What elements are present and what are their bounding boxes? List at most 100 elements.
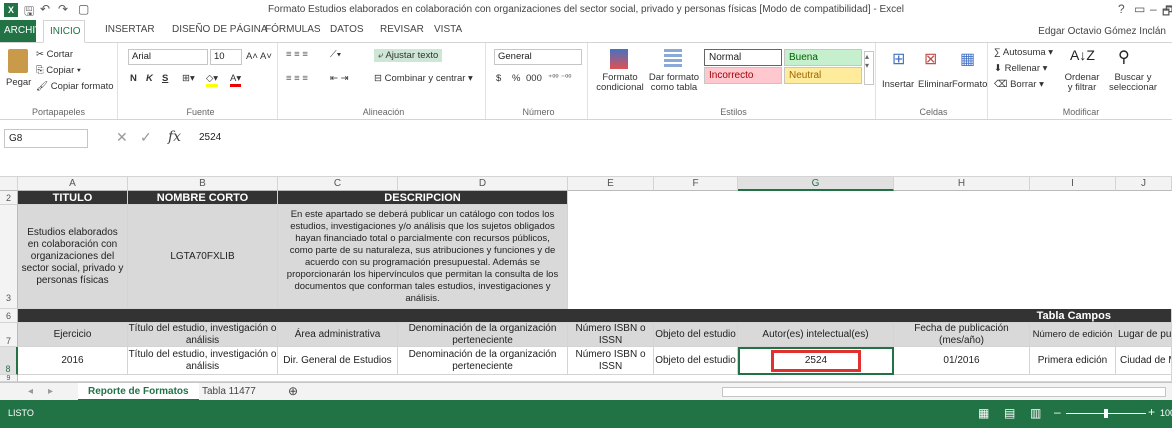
cell-nombre-corto-value[interactable]: LGTA70FXLIB	[128, 205, 278, 309]
fill-button[interactable]: ⬇ Rellenar ▾	[994, 63, 1047, 74]
tab-datos[interactable]: DATOS	[330, 24, 364, 35]
field-header-objeto[interactable]: Objeto del estudio	[654, 323, 738, 347]
decimal-icon[interactable]: ⁺⁰⁰ ⁻⁰⁰	[548, 73, 572, 82]
data-area[interactable]: Dir. General de Estudios	[278, 347, 398, 375]
insert-cells-icon[interactable]: ⊞	[892, 49, 905, 69]
normal-view-icon[interactable]: ▦	[978, 406, 989, 420]
bold-button[interactable]: N	[130, 73, 137, 84]
minimize-button[interactable]: –	[1150, 2, 1157, 16]
field-header-ejercicio[interactable]: Ejercicio	[18, 323, 128, 347]
header-descripcion[interactable]: DESCRIPCION	[278, 191, 568, 205]
column-header-i[interactable]: I	[1030, 177, 1116, 191]
header-nombre-corto[interactable]: NOMBRE CORTO	[128, 191, 278, 205]
tab-insertar[interactable]: INSERTAR	[105, 24, 155, 35]
merge-center-button[interactable]: ⊟ Combinar y centrar ▾	[374, 73, 473, 84]
field-header-edicion[interactable]: Número de edición	[1030, 323, 1116, 347]
row-header-6[interactable]: 6	[0, 309, 18, 323]
data-titulo[interactable]: Título del estudio, investigación o anál…	[128, 347, 278, 375]
field-header-fecha[interactable]: Fecha de publicación (mes/año)	[894, 323, 1030, 347]
row-9-cells[interactable]	[18, 375, 1172, 382]
tab-formulas[interactable]: FÓRMULAS	[265, 24, 321, 35]
zoom-slider-thumb[interactable]	[1104, 409, 1108, 418]
cut-button[interactable]: ✂ Cortar	[36, 49, 73, 60]
add-sheet-icon[interactable]: ⊕	[278, 383, 308, 401]
thousands-button[interactable]: 000	[526, 73, 542, 84]
column-header-f[interactable]: F	[654, 177, 738, 191]
page-break-icon[interactable]: ▥	[1030, 406, 1041, 420]
insert-function-button[interactable]: fx	[168, 129, 181, 145]
zoom-level[interactable]: 100	[1160, 408, 1172, 418]
cell-titulo-value[interactable]: Estudios elaborados en colaboración con …	[18, 205, 128, 309]
fill-color-icon[interactable]: ◇▾	[206, 73, 219, 87]
data-isbn[interactable]: Número ISBN o ISSN	[568, 347, 654, 375]
formula-input[interactable]: 2524	[199, 132, 221, 143]
style-normal[interactable]: Normal	[704, 49, 782, 66]
format-cells-icon[interactable]: ▦	[960, 49, 975, 69]
field-header-denominacion[interactable]: Denominación de la organización pertenec…	[398, 323, 568, 347]
user-name[interactable]: Edgar Octavio Gómez Inclán	[1038, 26, 1166, 37]
tab-vista[interactable]: VISTA	[434, 24, 462, 35]
style-bad[interactable]: Incorrecto	[704, 67, 782, 84]
field-header-isbn[interactable]: Número ISBN o ISSN	[568, 323, 654, 347]
orientation-icon[interactable]: ⟋▾	[330, 49, 341, 60]
zoom-out-button[interactable]: –	[1054, 405, 1061, 419]
tab-revisar[interactable]: REVISAR	[380, 24, 424, 35]
column-header-j[interactable]: J	[1116, 177, 1172, 191]
font-grow-icon[interactable]: A˄ A˅	[246, 51, 272, 62]
underline-button[interactable]: S	[162, 73, 168, 84]
tab-archivo[interactable]: ARCHIVO	[0, 20, 50, 42]
name-box[interactable]: G8	[4, 129, 88, 148]
select-all-corner[interactable]	[0, 177, 18, 191]
tab-diseno[interactable]: DISEÑO DE PÁGINA	[172, 24, 268, 35]
indent-icon[interactable]: ⇤ ⇥	[330, 73, 349, 84]
delete-cells-button[interactable]: Eliminar	[918, 79, 952, 90]
page-layout-icon[interactable]: ▤	[1004, 406, 1015, 420]
align-top-icon[interactable]: ≡ ≡ ≡	[286, 49, 308, 60]
align-left-icon[interactable]: ≡ ≡ ≡	[286, 73, 308, 84]
format-cells-button[interactable]: Formato	[952, 79, 987, 90]
column-header-h[interactable]: H	[894, 177, 1030, 191]
insert-cells-button[interactable]: Insertar	[882, 79, 914, 90]
column-header-b[interactable]: B	[128, 177, 278, 191]
field-header-titulo[interactable]: Título del estudio, investigación o anál…	[128, 323, 278, 347]
next-sheet-icon[interactable]: ▸	[38, 383, 63, 401]
format-painter-button[interactable]: 🖌 Copiar formato	[36, 81, 114, 92]
row-header-3[interactable]: 3	[0, 205, 18, 309]
style-neutral[interactable]: Neutral	[784, 67, 862, 84]
find-icon[interactable]: ⚲	[1118, 47, 1130, 67]
sort-filter-icon[interactable]: A↓Z	[1070, 47, 1095, 63]
paste-button[interactable]: Pegar	[6, 77, 31, 88]
borders-icon[interactable]: ⊞▾	[182, 73, 195, 84]
font-family-select[interactable]: Arial	[128, 49, 208, 65]
style-good[interactable]: Buena	[784, 49, 862, 66]
row-header-2[interactable]: 2	[0, 191, 18, 205]
ribbon-display-icon[interactable]: ▭	[1134, 2, 1145, 16]
column-header-c[interactable]: C	[278, 177, 398, 191]
enter-icon[interactable]: ✓	[140, 129, 152, 146]
font-size-select[interactable]: 10	[210, 49, 242, 65]
format-table-icon[interactable]	[664, 49, 682, 69]
clear-button[interactable]: ⌫ Borrar ▾	[994, 79, 1044, 90]
sort-filter-button[interactable]: Ordenar y filtrar	[1062, 73, 1102, 93]
conditional-format-button[interactable]: Formato condicional	[594, 73, 646, 93]
data-objeto[interactable]: Objeto del estudio	[654, 347, 738, 375]
tab-inicio[interactable]: INICIO	[43, 20, 85, 43]
data-fecha[interactable]: 01/2016	[894, 347, 1030, 375]
sheet-tab-tabla[interactable]: Tabla 11477	[192, 383, 266, 401]
field-header-autor[interactable]: Autor(es) intelectual(es)	[738, 323, 894, 347]
column-header-d[interactable]: D	[398, 177, 568, 191]
delete-cells-icon[interactable]: ⊠	[924, 49, 937, 69]
row-header-8[interactable]: 8	[0, 347, 18, 375]
wrap-text-button[interactable]: ⤶ Ajustar texto	[374, 49, 443, 62]
help-button[interactable]: ?	[1118, 2, 1125, 16]
italic-button[interactable]: K	[146, 73, 153, 84]
data-ejercicio[interactable]: 2016	[18, 347, 128, 375]
sheet-tab-reporte[interactable]: Reporte de Formatos	[78, 383, 199, 401]
format-table-button[interactable]: Dar formato como tabla	[648, 73, 700, 93]
data-lugar[interactable]: Ciudad de M	[1116, 347, 1172, 375]
field-header-area[interactable]: Área administrativa	[278, 323, 398, 347]
paste-icon[interactable]	[8, 49, 28, 73]
font-color-icon[interactable]: A▾	[230, 73, 242, 87]
number-format-select[interactable]: General	[494, 49, 582, 65]
autosum-button[interactable]: ∑ Autosuma ▾	[994, 47, 1053, 58]
